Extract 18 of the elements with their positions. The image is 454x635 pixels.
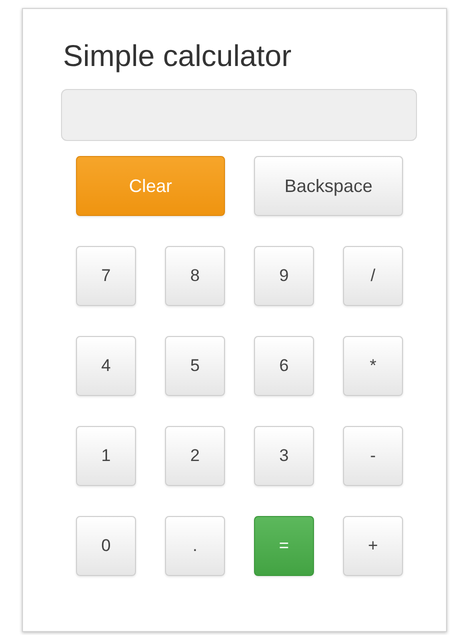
key-button[interactable]: 1	[76, 426, 136, 486]
key-button[interactable]: *	[343, 336, 403, 396]
key-button[interactable]: 5	[165, 336, 225, 396]
key-button[interactable]: .	[165, 516, 225, 576]
display-field[interactable]	[61, 89, 417, 141]
key-button[interactable]: 4	[76, 336, 136, 396]
key-button[interactable]: 7	[76, 246, 136, 306]
key-button[interactable]: +	[343, 516, 403, 576]
key-button[interactable]: 0	[76, 516, 136, 576]
key-button[interactable]: 2	[165, 426, 225, 486]
key-button[interactable]: /	[343, 246, 403, 306]
key-button[interactable]: 9	[254, 246, 314, 306]
page-title: Simple calculator	[63, 39, 292, 75]
key-button[interactable]: 8	[165, 246, 225, 306]
key-button[interactable]: 6	[254, 336, 314, 396]
key-button[interactable]: 3	[254, 426, 314, 486]
key-button[interactable]: -	[343, 426, 403, 486]
backspace-button[interactable]: Backspace	[254, 156, 403, 216]
